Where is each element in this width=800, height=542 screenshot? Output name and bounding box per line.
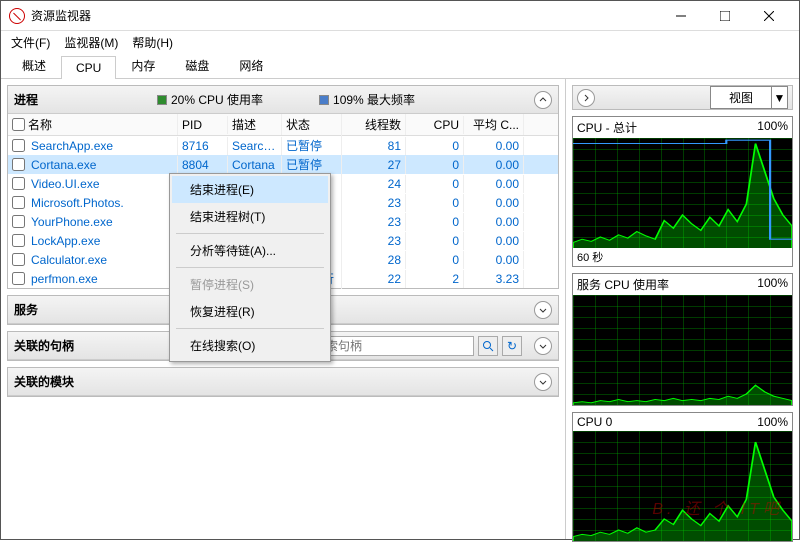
window-title: 资源监视器 xyxy=(31,7,659,24)
view-dropdown[interactable]: 视图 ▼ xyxy=(710,86,788,109)
row-checkbox[interactable] xyxy=(12,177,25,190)
tab-CPU[interactable]: CPU xyxy=(61,56,116,79)
row-checkbox[interactable] xyxy=(12,196,25,209)
menubar: 文件(F) 监视器(M) 帮助(H) xyxy=(1,31,799,53)
select-all-checkbox[interactable] xyxy=(12,118,25,131)
menu-item[interactable]: 恢复进程(R) xyxy=(172,298,328,325)
row-checkbox[interactable] xyxy=(12,215,25,228)
tab-概述[interactable]: 概述 xyxy=(7,52,61,78)
modules-title: 关联的模块 xyxy=(14,373,74,390)
expand-modules-button[interactable] xyxy=(534,373,552,391)
tab-磁盘[interactable]: 磁盘 xyxy=(170,52,224,78)
row-checkbox[interactable] xyxy=(12,272,25,285)
max-freq-label: 109% 最大频率 xyxy=(333,91,415,108)
row-checkbox[interactable] xyxy=(12,158,25,171)
row-checkbox[interactable] xyxy=(12,234,25,247)
minimize-button[interactable] xyxy=(659,1,703,31)
expand-handles-button[interactable] xyxy=(534,337,552,355)
tab-网络[interactable]: 网络 xyxy=(224,52,278,78)
col-cpu[interactable]: CPU xyxy=(406,116,464,134)
graph-service-cpu: 服务 CPU 使用率 100% xyxy=(572,273,793,406)
col-threads[interactable]: 线程数 xyxy=(342,114,406,135)
graph2-title: 服务 CPU 使用率 xyxy=(577,276,669,293)
row-checkbox[interactable] xyxy=(12,253,25,266)
sixty-sec-label: 60 秒 xyxy=(573,248,792,266)
menu-file[interactable]: 文件(F) xyxy=(11,34,50,51)
graph-cpu0: CPU 0 100% xyxy=(572,412,793,542)
graph-cpu-total: CPU - 总计 100% 60 秒 xyxy=(572,116,793,267)
col-pid[interactable]: PID xyxy=(178,116,228,134)
graph1-pct: 100% xyxy=(757,119,788,136)
handles-title: 关联的句柄 xyxy=(14,337,74,354)
menu-item[interactable]: 分析等待链(A)... xyxy=(172,237,328,264)
context-menu: 结束进程(E)结束进程树(T) 分析等待链(A)... 暂停进程(S)恢复进程(R)… xyxy=(169,173,331,362)
graph3-title: CPU 0 xyxy=(577,415,612,429)
menu-monitor[interactable]: 监视器(M) xyxy=(64,34,118,51)
col-avg[interactable]: 平均 C... xyxy=(464,114,524,135)
expand-services-button[interactable] xyxy=(534,301,552,319)
app-icon xyxy=(9,8,25,24)
graph2-pct: 100% xyxy=(757,276,788,293)
col-desc[interactable]: 描述 xyxy=(228,114,282,135)
menu-item[interactable]: 结束进程(E) xyxy=(172,176,328,203)
maximize-button[interactable] xyxy=(703,1,747,31)
titlebar: 资源监视器 xyxy=(1,1,799,31)
search-handles-input[interactable] xyxy=(309,336,474,356)
col-name[interactable]: 名称 xyxy=(28,116,52,133)
row-checkbox[interactable] xyxy=(12,139,25,152)
table-row[interactable]: Cortana.exe8804Cortana已暂停2700.00 xyxy=(8,155,558,174)
cpu-usage-icon xyxy=(157,95,167,105)
tab-内存[interactable]: 内存 xyxy=(116,52,170,78)
cpu-usage-label: 20% CPU 使用率 xyxy=(171,91,263,108)
table-row[interactable]: SearchApp.exe8716Search...已暂停8100.00 xyxy=(8,136,558,155)
collapse-button[interactable] xyxy=(534,91,552,109)
menu-item[interactable]: 结束进程树(T) xyxy=(172,203,328,230)
refresh-button[interactable]: ↻ xyxy=(502,336,522,356)
max-freq-icon xyxy=(319,95,329,105)
graph3-pct: 100% xyxy=(757,415,788,429)
column-headers: 名称 PID 描述 状态 线程数 CPU 平均 C... xyxy=(8,114,558,136)
services-title: 服务 xyxy=(14,301,38,318)
graph-collapse-button[interactable] xyxy=(577,89,595,107)
tabbar: 概述CPU内存磁盘网络 xyxy=(1,53,799,79)
search-button[interactable] xyxy=(478,336,498,356)
menu-item: 暂停进程(S) xyxy=(172,271,328,298)
modules-section: 关联的模块 xyxy=(7,367,559,397)
close-button[interactable] xyxy=(747,1,791,31)
graph1-title: CPU - 总计 xyxy=(577,119,637,136)
menu-help[interactable]: 帮助(H) xyxy=(132,34,173,51)
processes-title: 进程 xyxy=(14,91,38,108)
graph-toolbar: 视图 ▼ xyxy=(572,85,793,110)
col-status[interactable]: 状态 xyxy=(282,114,342,135)
chevron-down-icon: ▼ xyxy=(772,86,788,109)
menu-item[interactable]: 在线搜索(O) xyxy=(172,332,328,359)
